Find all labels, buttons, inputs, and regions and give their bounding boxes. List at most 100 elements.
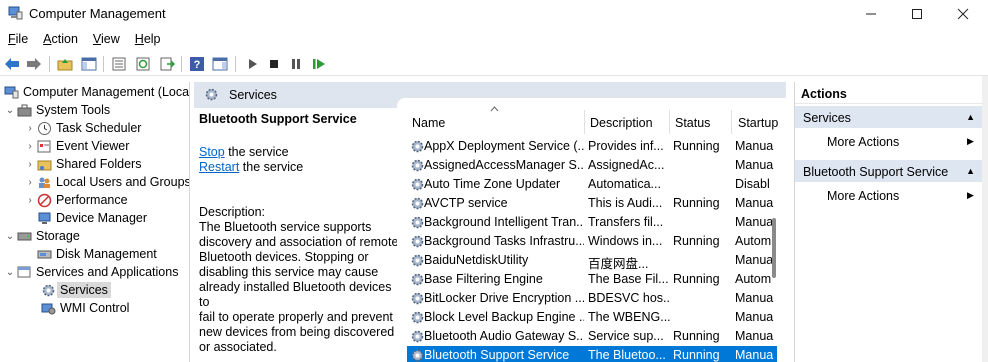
close-button[interactable] (940, 0, 986, 28)
computer-management-icon (8, 6, 23, 20)
chevron-right-icon[interactable]: › (24, 177, 36, 188)
service-name-cell: Base Filtering Engine (424, 272, 543, 286)
service-startup-cell: Manua (735, 139, 774, 153)
menu-bar: File Action View Help (0, 30, 168, 50)
play-icon (249, 59, 257, 69)
tree-item-root[interactable]: Computer Management (Local (3, 83, 189, 101)
stop-action: Stop the service (199, 145, 289, 159)
vertical-scrollbar-thumb[interactable] (772, 218, 776, 278)
tree-item-task-scheduler[interactable]: › Task Scheduler (24, 119, 141, 137)
collapse-triangle-icon[interactable]: ▲ (966, 166, 975, 176)
export-button[interactable] (158, 55, 176, 73)
service-row[interactable]: AppX Deployment Service (... Provides inf… (407, 137, 777, 156)
resume-service-button[interactable] (310, 55, 328, 73)
stop-service-link[interactable]: Stop (199, 145, 225, 159)
service-description-cell: AssignedAc... (588, 158, 665, 172)
stop-service-button[interactable] (265, 55, 283, 73)
chevron-right-icon[interactable]: › (24, 195, 36, 206)
service-startup-cell: Manua (735, 196, 774, 210)
minimize-button[interactable] (848, 0, 894, 28)
toolbox-icon (16, 102, 32, 118)
menu-help[interactable]: Help (127, 30, 168, 50)
more-actions-selected-service[interactable]: More Actions ▶ (827, 189, 974, 203)
chevron-right-icon[interactable]: › (24, 159, 36, 170)
service-startup-cell: Autom (735, 272, 772, 286)
column-header-status[interactable]: Status (675, 112, 710, 134)
window-edge (982, 76, 988, 362)
refresh-button[interactable] (134, 55, 152, 73)
chevron-down-icon[interactable]: ⌄ (4, 105, 16, 116)
pause-icon (292, 59, 300, 69)
maximize-button[interactable] (894, 0, 940, 28)
column-header-name[interactable]: Name (412, 112, 445, 134)
service-row[interactable]: Bluetooth Audio Gateway S... Service sup.… (407, 327, 777, 346)
tree-item-shared-folders[interactable]: › Shared Folders (24, 155, 141, 173)
chevron-right-icon[interactable]: › (24, 141, 36, 152)
service-row[interactable]: Background Intelligent Tran... Transfers … (407, 213, 777, 232)
service-row[interactable]: Base Filtering Engine The Base Fil... Runn… (407, 270, 777, 289)
show-hide-tree-button[interactable] (80, 55, 98, 73)
service-name-cell: Background Tasks Infrastru... (424, 234, 584, 248)
column-header-startup[interactable]: Startup (738, 112, 778, 134)
back-button[interactable] (3, 55, 21, 73)
collapse-triangle-icon[interactable]: ▲ (966, 112, 975, 122)
tree-item-services[interactable]: Services (40, 281, 111, 299)
actions-title: Actions (795, 82, 983, 104)
column-divider[interactable] (669, 110, 670, 134)
service-row[interactable]: Background Tasks Infrastru... Windows in.… (407, 232, 777, 251)
tree-item-local-users[interactable]: › Local Users and Groups (24, 173, 189, 191)
service-row[interactable]: BaiduNetdiskUtility 百度网盘... Manua (407, 251, 777, 271)
service-row[interactable]: Auto Time Zone Updater Automatica... Disab… (407, 175, 777, 194)
chevron-down-icon[interactable]: ⌄ (4, 231, 16, 242)
more-actions-services[interactable]: More Actions ▶ (827, 135, 974, 149)
gear-icon (411, 216, 424, 229)
forward-button[interactable] (25, 55, 43, 73)
service-row[interactable]: AssignedAccessManager S... AssignedAc... M… (407, 156, 777, 175)
up-folder-button[interactable] (56, 55, 74, 73)
tree-item-performance[interactable]: › Performance (24, 191, 127, 209)
service-row[interactable]: BitLocker Drive Encryption ... BDESVC hos… (407, 289, 777, 308)
users-icon (36, 174, 52, 190)
service-description-cell: The Bluetoo... (588, 348, 666, 362)
tree-item-event-viewer[interactable]: › Event Viewer (24, 137, 129, 155)
menu-file[interactable]: File (0, 30, 35, 50)
service-row[interactable]: AVCTP service This is Audi... Running Manua (407, 194, 777, 213)
service-name-cell: Bluetooth Audio Gateway S... (424, 329, 584, 343)
service-row[interactable]: Block Level Backup Engine ... The WBENG..… (407, 308, 777, 327)
tree-item-storage[interactable]: ⌄ Storage (4, 227, 80, 245)
column-header-description[interactable]: Description (590, 112, 653, 134)
service-row[interactable]: Bluetooth Support Service The Bluetoo... R… (407, 346, 777, 362)
column-divider[interactable] (584, 110, 585, 134)
maximize-icon (912, 9, 922, 19)
properties-button[interactable] (110, 55, 128, 73)
services-apps-icon (16, 264, 32, 280)
tree-item-system-tools[interactable]: ⌄ System Tools (4, 101, 110, 119)
tree-item-disk-management[interactable]: Disk Management (36, 245, 157, 263)
minimize-icon (866, 13, 876, 15)
show-hide-action-button[interactable] (211, 55, 229, 73)
restart-service-link[interactable]: Restart (199, 160, 239, 174)
sort-ascending-icon (490, 106, 499, 112)
chevron-right-icon[interactable]: › (24, 123, 36, 134)
clock-icon (36, 120, 52, 136)
actions-group-selected-service[interactable]: Bluetooth Support Service ▲ (795, 160, 983, 182)
service-description-cell: Automatica... (588, 177, 661, 191)
tree-item-device-manager[interactable]: Device Manager (36, 209, 147, 227)
gear-icon (205, 88, 218, 101)
start-service-button[interactable] (243, 55, 261, 73)
service-name-cell: AssignedAccessManager S... (424, 158, 584, 172)
services-list: Name Description Status Startup AppX Dep… (397, 98, 786, 362)
service-description: Description: The Bluetooth service suppo… (199, 205, 399, 354)
chevron-down-icon[interactable]: ⌄ (4, 267, 16, 278)
pause-service-button[interactable] (287, 55, 305, 73)
gear-icon (411, 349, 424, 362)
menu-view[interactable]: View (85, 30, 127, 50)
tree-item-services-and-applications[interactable]: ⌄ Services and Applications (4, 263, 179, 281)
actions-group-services[interactable]: Services ▲ (795, 106, 983, 128)
tree-item-wmi-control[interactable]: WMI Control (40, 299, 129, 317)
menu-action[interactable]: Action (35, 30, 85, 50)
service-startup-cell: Autom (735, 234, 772, 248)
service-startup-cell: Manua (735, 158, 774, 172)
column-divider[interactable] (731, 110, 732, 134)
help-button[interactable]: ? (188, 55, 206, 73)
